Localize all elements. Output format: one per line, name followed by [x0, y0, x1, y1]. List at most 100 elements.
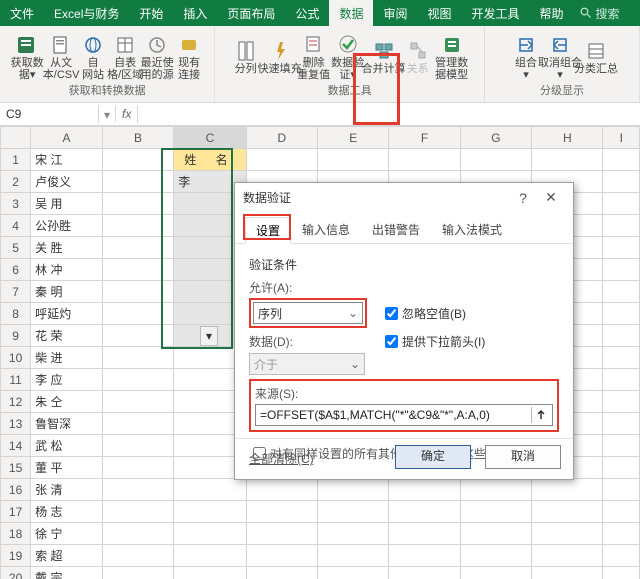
ribbon-get-data[interactable]: 获取数 据▾: [9, 29, 45, 81]
ribbon-consolidate[interactable]: 合并计算: [366, 35, 402, 75]
cell[interactable]: [246, 545, 317, 567]
cell[interactable]: 秦 明: [31, 281, 103, 303]
dialog-help-button[interactable]: ?: [509, 190, 537, 206]
row-header[interactable]: 5: [1, 237, 31, 259]
cell[interactable]: [603, 457, 640, 479]
name-box-dropdown[interactable]: ▾: [99, 106, 116, 122]
col-header[interactable]: A: [31, 127, 103, 149]
ribbon-ungroup-btn[interactable]: 取消组合 ▾: [542, 29, 578, 81]
provide-dropdown-checkbox[interactable]: 提供下拉箭头(I): [381, 332, 485, 351]
cell[interactable]: [174, 523, 246, 545]
cell[interactable]: [532, 567, 603, 579]
cell[interactable]: [318, 501, 389, 523]
row-header[interactable]: 8: [1, 303, 31, 325]
cell[interactable]: [102, 479, 173, 501]
cell[interactable]: [174, 567, 246, 579]
ribbon-data-validation[interactable]: 数据验 证▾: [330, 29, 366, 81]
cell[interactable]: 李 应: [31, 369, 103, 391]
cell[interactable]: [603, 369, 640, 391]
row-header[interactable]: 7: [1, 281, 31, 303]
cell[interactable]: [460, 479, 531, 501]
col-header[interactable]: C: [174, 127, 246, 149]
cell[interactable]: [460, 501, 531, 523]
tab-error-alert[interactable]: 出错警告: [361, 216, 431, 243]
ribbon-data-model[interactable]: 管理数 据模型: [434, 29, 470, 81]
ribbon-relationships[interactable]: 关系: [402, 35, 434, 75]
cell[interactable]: [389, 545, 460, 567]
cell[interactable]: [460, 523, 531, 545]
cell[interactable]: [102, 369, 173, 391]
cancel-button[interactable]: 取消: [485, 445, 561, 469]
cell[interactable]: [603, 435, 640, 457]
menu-formula[interactable]: 公式: [285, 0, 329, 26]
cell[interactable]: [603, 479, 640, 501]
cell[interactable]: 宋 江: [31, 149, 103, 171]
fx-button[interactable]: fx: [116, 105, 138, 123]
cell[interactable]: [603, 237, 640, 259]
cell-dropdown-button[interactable]: ▾: [200, 326, 218, 346]
cell[interactable]: [532, 523, 603, 545]
cell[interactable]: 花 荣: [31, 325, 103, 347]
cell[interactable]: [246, 523, 317, 545]
tab-ime-mode[interactable]: 输入法模式: [431, 216, 513, 243]
cell[interactable]: [603, 215, 640, 237]
menu-file[interactable]: 文件: [0, 0, 44, 26]
menu-page-layout[interactable]: 页面布局: [217, 0, 285, 26]
row-header[interactable]: 10: [1, 347, 31, 369]
cell[interactable]: [246, 149, 317, 171]
cell[interactable]: [102, 567, 173, 579]
menu-home[interactable]: 开始: [129, 0, 173, 26]
row-header[interactable]: 16: [1, 479, 31, 501]
cell[interactable]: [102, 523, 173, 545]
cell[interactable]: [603, 149, 640, 171]
cell[interactable]: [389, 523, 460, 545]
menu-help[interactable]: 帮助: [530, 0, 574, 26]
cell[interactable]: [318, 567, 389, 579]
menu-review[interactable]: 审阅: [373, 0, 417, 26]
cell[interactable]: [389, 501, 460, 523]
row-header[interactable]: 1: [1, 149, 31, 171]
cell[interactable]: [603, 171, 640, 193]
cell[interactable]: [174, 545, 246, 567]
menu-dev[interactable]: 开发工具: [461, 0, 529, 26]
row-header[interactable]: 15: [1, 457, 31, 479]
cell[interactable]: 关 胜: [31, 237, 103, 259]
row-header[interactable]: 17: [1, 501, 31, 523]
ribbon-from-table[interactable]: 自表 格/区域: [109, 29, 141, 81]
ribbon-recent-sources[interactable]: 最近使 用的源: [141, 29, 173, 81]
cell[interactable]: 吴 用: [31, 193, 103, 215]
cell[interactable]: [532, 479, 603, 501]
ribbon-remove-duplicates[interactable]: 删除 重复值: [298, 29, 330, 81]
cell[interactable]: 索 超: [31, 545, 103, 567]
tab-input-message[interactable]: 输入信息: [291, 216, 361, 243]
col-header[interactable]: F: [389, 127, 460, 149]
name-box[interactable]: C9: [0, 105, 99, 123]
ribbon-flash-fill[interactable]: 快速填充: [262, 35, 298, 75]
cell[interactable]: 徐 宁: [31, 523, 103, 545]
row-header[interactable]: 2: [1, 171, 31, 193]
tab-settings[interactable]: 设置: [245, 217, 291, 244]
cell[interactable]: [318, 149, 389, 171]
row-header[interactable]: 6: [1, 259, 31, 281]
ok-button[interactable]: 确定: [395, 445, 471, 469]
cell[interactable]: [174, 501, 246, 523]
row-header[interactable]: 4: [1, 215, 31, 237]
cell[interactable]: [603, 523, 640, 545]
ribbon-subtotal-btn[interactable]: 分类汇总: [578, 35, 614, 75]
cell[interactable]: 公孙胜: [31, 215, 103, 237]
cell[interactable]: 戴 宗: [31, 567, 103, 579]
ignore-blank-checkbox[interactable]: 忽略空值(B): [381, 304, 466, 323]
ribbon-from-text-csv[interactable]: 从文 本/CSV: [45, 29, 77, 81]
select-all-corner[interactable]: [1, 127, 31, 149]
cell[interactable]: [389, 479, 460, 501]
cell[interactable]: [246, 501, 317, 523]
cell[interactable]: [603, 501, 640, 523]
row-header[interactable]: 12: [1, 391, 31, 413]
cell[interactable]: [603, 193, 640, 215]
cell[interactable]: [102, 501, 173, 523]
ribbon-from-web[interactable]: 自 网站: [77, 29, 109, 81]
cell[interactable]: [532, 149, 603, 171]
ribbon-existing-conn[interactable]: 现有 连接: [173, 29, 205, 81]
cell[interactable]: [603, 303, 640, 325]
cell[interactable]: [174, 479, 246, 501]
